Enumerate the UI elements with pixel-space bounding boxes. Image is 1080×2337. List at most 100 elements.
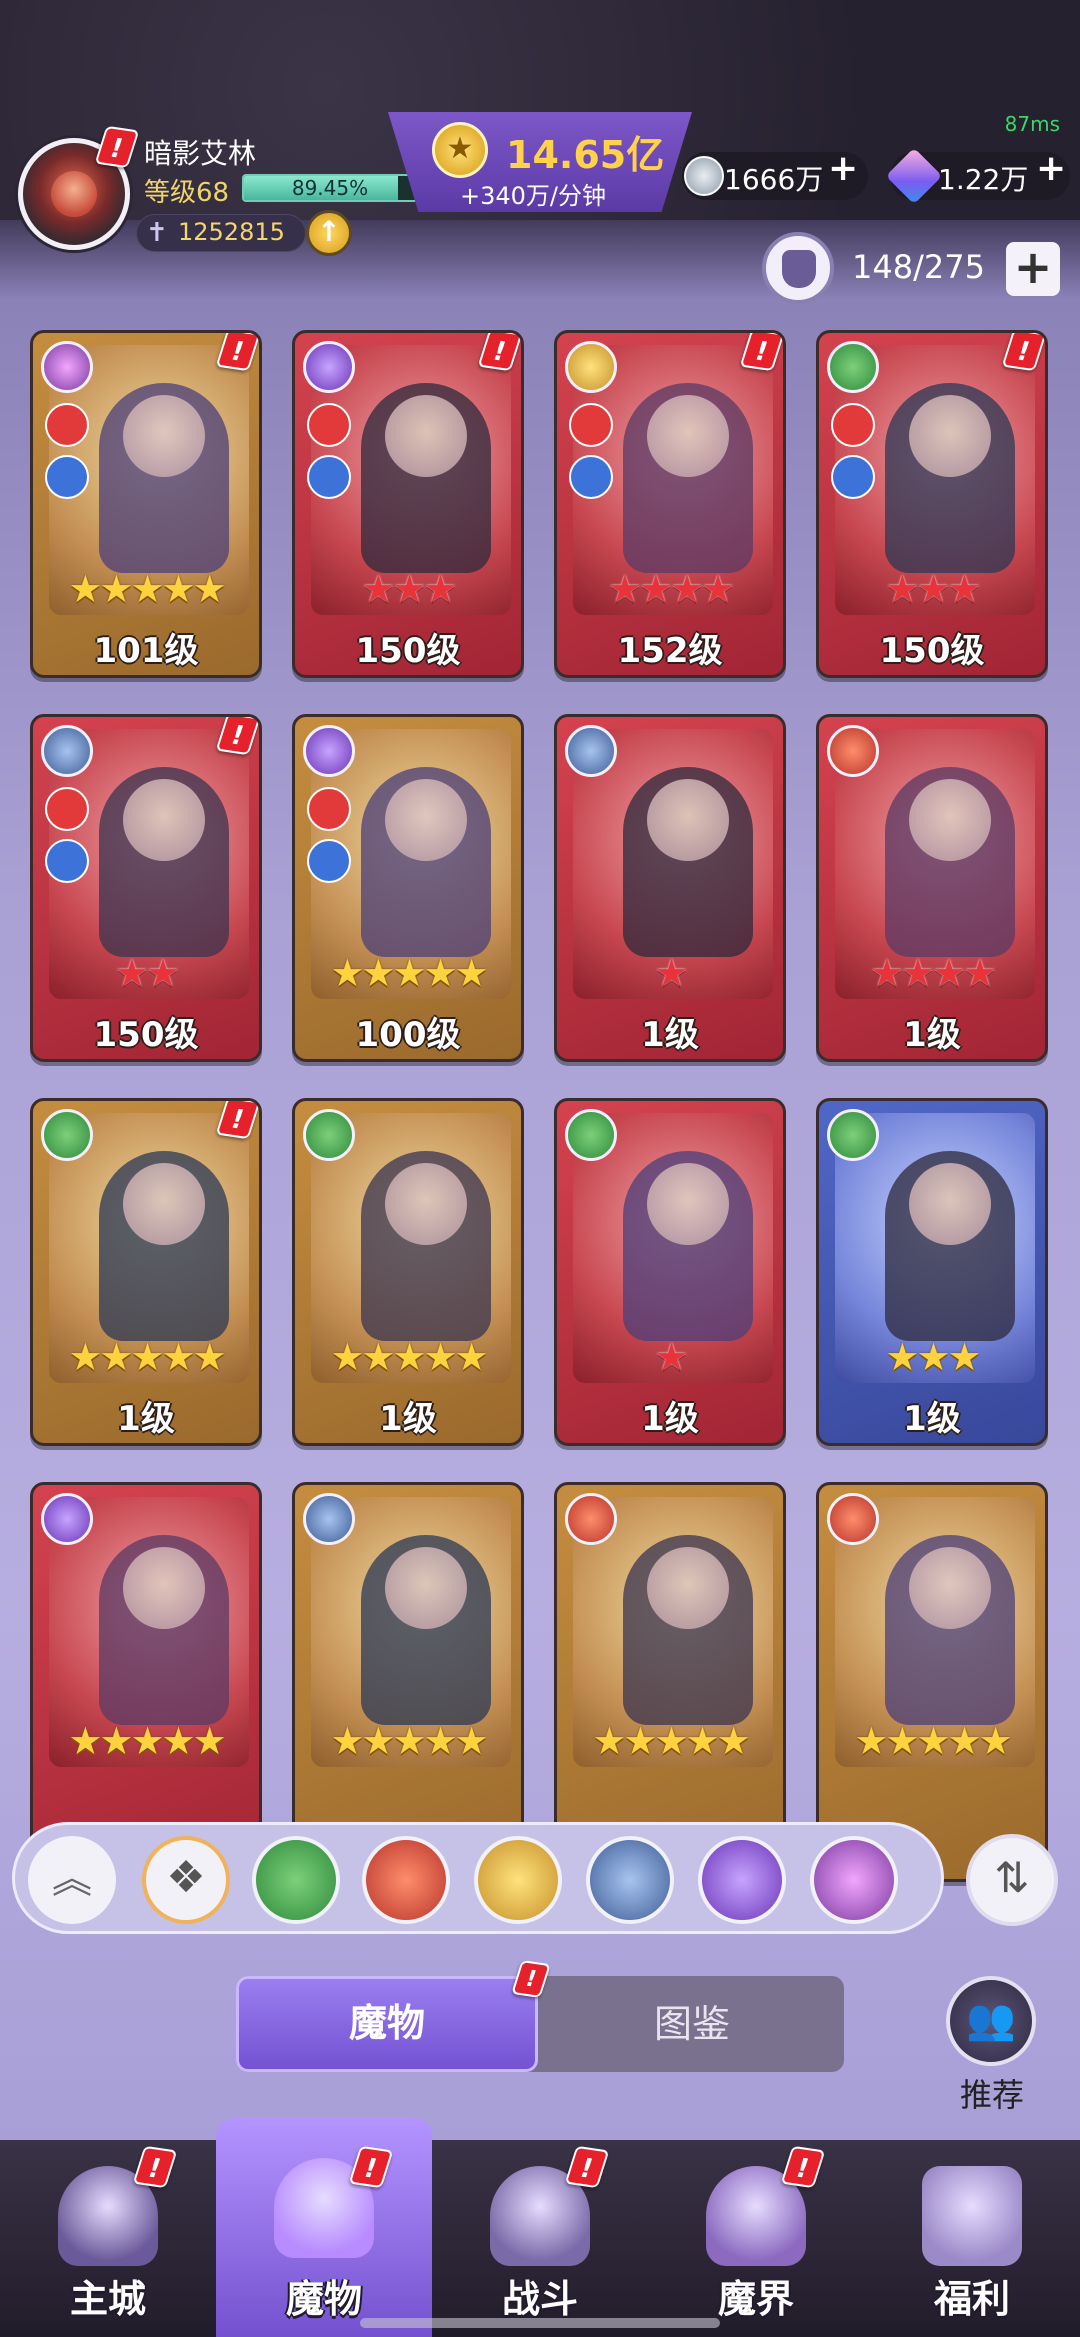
recommend-team-icon[interactable]: 👥	[946, 1976, 1036, 2066]
abyss-faction-icon	[303, 341, 355, 393]
gold-coin-icon: ★	[432, 122, 488, 178]
star-rating: ★★★	[885, 1335, 981, 1379]
crossed-swords-icon	[569, 403, 613, 447]
monster-card[interactable]: ! ★★★★★ 1级	[30, 1098, 262, 1446]
gold-rate: +340万/分钟	[460, 182, 607, 210]
monster-level: 150级	[355, 631, 461, 671]
capacity-add-button[interactable]: +	[1006, 242, 1060, 296]
recommend-label: 推荐	[959, 2076, 1024, 2114]
monster-level: 150级	[879, 631, 985, 671]
monster-level: 152级	[617, 631, 723, 671]
monster-level: 1级	[641, 1399, 699, 1439]
monster-card[interactable]: ! ★★★ 150级	[292, 330, 524, 678]
monster-head	[123, 395, 205, 477]
filter-chaos-button[interactable]	[810, 1836, 898, 1924]
star-rating: ★★★★★	[330, 1719, 488, 1763]
monster-head	[385, 1163, 467, 1245]
tab-codex[interactable]: 图鉴	[540, 1976, 844, 2072]
card-alert-badge: !	[215, 717, 259, 756]
filter-abyss-button[interactable]	[698, 1836, 786, 1924]
dragon-faction-icon	[565, 725, 617, 777]
tab-monsters[interactable]: 魔物	[236, 1976, 538, 2072]
monster-level: 1级	[117, 1399, 175, 1439]
monster-head	[123, 1163, 205, 1245]
filter-demon-button[interactable]	[362, 1836, 450, 1924]
crossed-swords-icon	[45, 787, 89, 831]
player-name: 暗影艾林	[144, 137, 257, 170]
monster-card[interactable]: ! ★★★★ 152级	[554, 330, 786, 678]
shield-icon	[307, 839, 351, 883]
filter-time-button[interactable]	[474, 1836, 562, 1924]
card-alert-badge: !	[215, 333, 259, 372]
monster-head	[909, 395, 991, 477]
xp-percent: 89.45%	[291, 176, 369, 200]
nav-monster-flame[interactable]: 魔物!	[216, 2118, 432, 2337]
shield-icon	[569, 455, 613, 499]
chaos-faction-icon	[41, 341, 93, 393]
monster-head	[909, 779, 991, 861]
shield-icon	[45, 455, 89, 499]
monster-head	[123, 1547, 205, 1629]
nav-label: 福利	[933, 2277, 1010, 2321]
monster-head	[647, 395, 729, 477]
star-rating: ★★★★★	[68, 1335, 226, 1379]
card-alert-badge: !	[739, 333, 783, 372]
monster-card[interactable]: ★★★ 1级	[816, 1098, 1048, 1446]
forest-faction-icon	[827, 341, 879, 393]
monster-card[interactable]: ★★★★ 1级	[816, 714, 1048, 1062]
collapse-filter-button[interactable]: ︽	[28, 1836, 116, 1924]
player-level: 等级68	[144, 178, 230, 208]
monster-head	[385, 779, 467, 861]
power-value: 1252815	[178, 218, 285, 246]
monster-card[interactable]: ! ★★★ 150级	[816, 330, 1048, 678]
monster-card[interactable]: ★ 1级	[554, 714, 786, 1062]
forest-faction-icon	[303, 1109, 355, 1161]
nav-castle[interactable]: 主城!	[0, 2140, 216, 2337]
monster-level: 150级	[93, 1015, 199, 1055]
monster-level: 1级	[379, 1399, 437, 1439]
nav-label: 主城	[69, 2277, 146, 2321]
crystal-add-button[interactable]: +	[1036, 148, 1066, 189]
card-alert-badge: !	[215, 1101, 259, 1140]
forest-faction-icon	[565, 1109, 617, 1161]
star-rating: ★★★★★	[68, 567, 226, 611]
monster-card[interactable]: ★★★★★ 100级	[292, 714, 524, 1062]
nav-label: 魔界	[717, 2277, 794, 2321]
forest-faction-icon	[41, 1109, 93, 1161]
monster-card[interactable]: ! ★★ 150级	[30, 714, 262, 1062]
star-rating: ★★★★	[869, 951, 997, 995]
filter-dragon-button[interactable]	[586, 1836, 674, 1924]
dragon-faction-icon	[303, 1493, 355, 1545]
monster-capacity-icon	[762, 232, 834, 304]
monster-head	[385, 395, 467, 477]
star-rating: ★★★★★	[854, 1719, 1012, 1763]
power-upgrade-button[interactable]: ↑	[306, 210, 352, 256]
monster-card[interactable]: ★ 1级	[554, 1098, 786, 1446]
nav-label: 战斗	[501, 2277, 578, 2321]
monster-card[interactable]: ★★★★★ 1级	[292, 1098, 524, 1446]
monster-level: 101级	[93, 631, 199, 671]
star-rating: ★★★★★	[68, 1719, 226, 1763]
nav-portal[interactable]: 魔界!	[648, 2140, 864, 2337]
time-faction-icon	[565, 341, 617, 393]
crossed-swords-icon	[45, 403, 89, 447]
star-rating: ★★★	[885, 567, 981, 611]
monster-head	[647, 779, 729, 861]
nav-treasure-chest[interactable]: 福利	[864, 2140, 1080, 2337]
nav-sword-shield[interactable]: 战斗!	[432, 2140, 648, 2337]
sort-button[interactable]: ⇅	[966, 1834, 1058, 1926]
monster-head	[909, 1163, 991, 1245]
silver-coin-icon	[684, 156, 724, 196]
star-rating: ★	[654, 1335, 688, 1379]
silver-add-button[interactable]: +	[828, 148, 858, 189]
monster-card[interactable]: ! ★★★★★ 101级	[30, 330, 262, 678]
shield-icon	[831, 455, 875, 499]
filter-forest-button[interactable]	[252, 1836, 340, 1924]
demon-faction-icon	[565, 1493, 617, 1545]
nav-alert-badge: !	[564, 2145, 610, 2189]
crossed-swords-icon	[307, 403, 351, 447]
monster-level: 1级	[903, 1015, 961, 1055]
star-rating: ★★★★	[607, 567, 735, 611]
ping-indicator: 87ms	[1004, 112, 1060, 136]
filter-all-button[interactable]: ❖	[142, 1836, 230, 1924]
